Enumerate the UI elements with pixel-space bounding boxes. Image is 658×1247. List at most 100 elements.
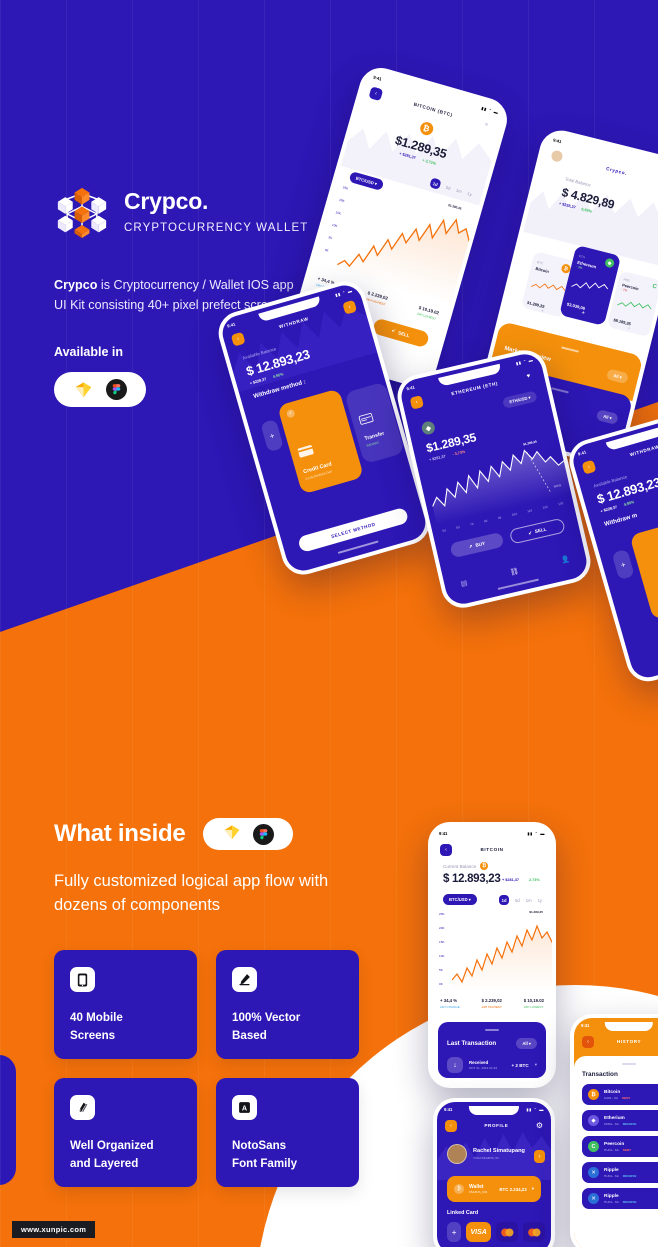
pair-chip[interactable]: ETH/USD ▾ bbox=[502, 390, 538, 409]
feature-card-well-organized[interactable]: Well Organized and Layered bbox=[54, 1078, 197, 1187]
what-inside-section: What inside Fully customized logical app… bbox=[54, 818, 384, 918]
stat-value: $ 2.239,02 bbox=[481, 998, 502, 1003]
font-letter-a-icon: A bbox=[232, 1095, 257, 1120]
what-inside-badges[interactable] bbox=[203, 818, 294, 850]
profile-tab-icon[interactable]: 👤 bbox=[561, 555, 571, 565]
stat-24h-highest: $ 2.239,02 24H HIGHEST bbox=[365, 290, 388, 306]
tx-status: RECEIVE bbox=[622, 1121, 637, 1126]
status-time: 9:41 bbox=[439, 831, 448, 836]
price-chart bbox=[452, 924, 552, 992]
edit-profile-button[interactable]: › bbox=[534, 1150, 545, 1163]
range-1m[interactable]: 1m bbox=[456, 187, 463, 193]
feature-cards-grid: 40 Mobile Screens 100% Vector Based Well… bbox=[54, 950, 359, 1187]
coin-ticker: ETH bbox=[578, 253, 586, 259]
table-row[interactable]: ✕ Ripple HUDL...6A RECEIVE - 0.00 bbox=[582, 1162, 658, 1183]
back-button[interactable]: ‹ bbox=[440, 843, 452, 856]
mastercard-card[interactable] bbox=[496, 1222, 519, 1242]
tx-status: RECEIVE bbox=[622, 1199, 637, 1204]
feature-card-line2: Based bbox=[232, 1028, 267, 1042]
table-row[interactable]: ✕ Ripple HUDL...6A RECEIVE - 0.00 bbox=[582, 1188, 658, 1209]
linked-card-label: Linked Card bbox=[447, 1210, 479, 1216]
range-1m[interactable]: 1m bbox=[526, 898, 532, 903]
phone-history: 9:41 ▮▮ ⌃ ‹ HISTORY Transaction ₿ Bitcoi… bbox=[570, 1014, 658, 1247]
status-icons: ▮▮ ⌃ ▬ bbox=[515, 357, 534, 367]
chevron-down-icon[interactable]: ▾ bbox=[532, 1186, 534, 1192]
wallet-card[interactable]: ₿ Wallet 05A3DS_034 BTC 2.234,23 ▾ bbox=[447, 1176, 541, 1202]
tx-status: SENT bbox=[622, 1147, 632, 1152]
feature-card-font-family[interactable]: A NotoSans Font Family bbox=[216, 1078, 359, 1187]
drag-handle[interactable] bbox=[622, 1063, 636, 1065]
wallet-tab-icon[interactable]: ▤ bbox=[460, 579, 468, 588]
visa-card[interactable]: VISA bbox=[466, 1222, 492, 1242]
linked-cards-row: + VISA bbox=[447, 1222, 545, 1242]
favorite-heart-icon[interactable]: ♥ bbox=[526, 372, 536, 380]
feature-card-vector-based[interactable]: 100% Vector Based bbox=[216, 950, 359, 1059]
range-1y[interactable]: 1y bbox=[538, 898, 542, 903]
method-card-credit-card[interactable] bbox=[629, 518, 658, 621]
wallet-id: 05A3DS_034 bbox=[469, 1190, 488, 1194]
brand-tagline: CRYPTOCURRENCY WALLET bbox=[124, 222, 309, 234]
feature-card-line1: Well Organized bbox=[70, 1139, 154, 1152]
avatar[interactable] bbox=[447, 1144, 467, 1164]
feature-card-mobile-screens[interactable]: 40 Mobile Screens bbox=[54, 950, 197, 1059]
all-filter-chip[interactable]: All ▾ bbox=[606, 368, 629, 385]
gear-icon[interactable]: ⚙ bbox=[536, 1121, 543, 1130]
range-selector[interactable]: 1d 5d 1m 1y bbox=[499, 895, 542, 905]
figma-icon[interactable] bbox=[252, 823, 274, 845]
back-button[interactable]: ‹ bbox=[409, 394, 424, 410]
sketch-icon[interactable] bbox=[223, 824, 241, 845]
table-row[interactable]: ◆ Etherium 6SNG...6A RECEIVE - 0.00 bbox=[582, 1110, 658, 1131]
table-row[interactable]: ₿ Bitcoin KA81...6A SENT - 0.00 bbox=[582, 1084, 658, 1105]
status-time: 9:41 bbox=[552, 137, 563, 145]
bitcoin-icon: ₿ bbox=[588, 1089, 599, 1100]
range-5d[interactable]: 5d bbox=[515, 898, 520, 903]
tx-id: 6SNG...6A bbox=[604, 1121, 619, 1126]
pair-chip[interactable]: BTC/USD ▾ bbox=[443, 894, 477, 905]
nav-title: HISTORY bbox=[616, 1039, 642, 1044]
ripple-icon: ✕ bbox=[588, 1167, 599, 1178]
drag-handle[interactable] bbox=[560, 346, 579, 353]
sell-button[interactable]: ↙ SELL bbox=[371, 317, 431, 349]
figma-icon[interactable] bbox=[105, 379, 127, 401]
select-method-button[interactable]: SELECT METHOD bbox=[297, 506, 410, 554]
phone-notch bbox=[468, 1106, 520, 1115]
buy-button[interactable]: ↗ BUY bbox=[449, 531, 505, 559]
transaction-row[interactable]: ↓ Received OCT 21, 2019 21:34 + 2 BTC ▾ bbox=[447, 1057, 537, 1073]
tx-id: HUDL...6A bbox=[604, 1173, 619, 1178]
mastercard-card[interactable] bbox=[523, 1222, 545, 1242]
ethereum-icon: ◆ bbox=[420, 420, 437, 436]
status-icons: ▮▮ ⌃ ▬ bbox=[527, 831, 545, 836]
chevron-down-icon[interactable]: ▾ bbox=[535, 1062, 537, 1068]
add-card-button[interactable]: + bbox=[447, 1222, 462, 1242]
feature-card-line2: Screens bbox=[70, 1028, 116, 1042]
credit-card-icon bbox=[297, 445, 314, 458]
stat-24h-lowest: $ 10,19.02 24H LOWEST bbox=[417, 305, 440, 321]
balance-label: Current Balance bbox=[443, 863, 477, 869]
sketch-icon[interactable] bbox=[74, 381, 93, 398]
drag-handle[interactable] bbox=[485, 1029, 499, 1031]
scan-tab-icon[interactable]: ⛓ bbox=[509, 567, 519, 577]
feature-card-text: Well Organized and Layered bbox=[70, 1137, 181, 1173]
price-percent: - 3,73% bbox=[452, 449, 466, 457]
status-icons: ▮▮ ⌃ ▬ bbox=[480, 105, 500, 116]
range-1d[interactable]: 1d bbox=[499, 895, 510, 905]
add-method-icon[interactable]: + bbox=[611, 548, 635, 581]
range-5d[interactable]: 5d bbox=[445, 184, 451, 190]
favorite-heart-icon[interactable]: ♥ bbox=[484, 122, 494, 130]
last-transaction-panel[interactable]: Last Transaction All ▾ ↓ Received OCT 21… bbox=[438, 1022, 546, 1078]
available-in-badges[interactable] bbox=[54, 372, 146, 408]
sell-button[interactable]: ↙ SELL bbox=[508, 517, 566, 545]
drag-handle[interactable] bbox=[550, 387, 569, 394]
ripple-icon: ✕ bbox=[588, 1193, 599, 1204]
back-button[interactable]: ‹ bbox=[445, 1119, 457, 1132]
back-button[interactable]: ‹ bbox=[582, 1035, 594, 1048]
add-method-icon[interactable]: + bbox=[260, 418, 284, 453]
all-filter-chip[interactable]: All ▾ bbox=[516, 1038, 537, 1049]
transaction-type: Received bbox=[469, 1060, 489, 1065]
transaction-amount: + 2 BTC bbox=[511, 1062, 529, 1068]
stat-24h-change: + 34,4 % 24H CHANGE bbox=[440, 998, 460, 1009]
feature-card-text: 100% Vector Based bbox=[232, 1009, 343, 1045]
brand-name: Crypco. bbox=[124, 188, 209, 214]
table-row[interactable]: C Peercoin HUDL...6A SENT - 0.00 bbox=[582, 1136, 658, 1157]
all-filter-chip[interactable]: All ▾ bbox=[596, 409, 619, 425]
